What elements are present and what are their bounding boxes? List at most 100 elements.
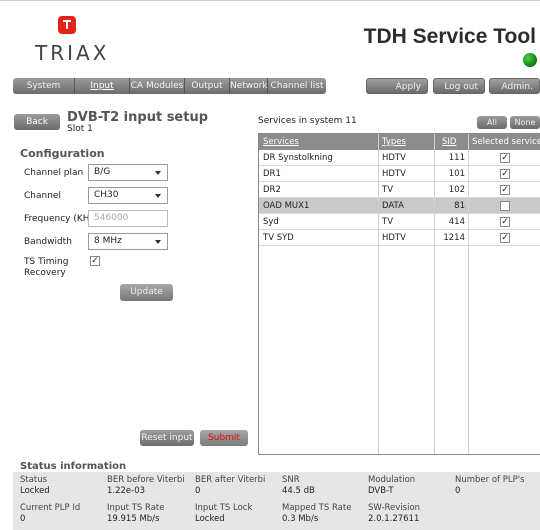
app-title: TDH Service Tool xyxy=(363,25,536,48)
status-value: Locked xyxy=(20,486,50,496)
logo-text: TRIAX xyxy=(35,41,110,65)
submit-button[interactable]: Submit xyxy=(200,430,248,446)
channel-value: CH30 xyxy=(94,190,119,200)
table-row[interactable]: OAD MUX1 DATA 81 xyxy=(259,198,540,214)
bandwidth-label: Bandwidth xyxy=(24,237,72,247)
services-table-header: Services Types SID Selected services xyxy=(259,134,540,150)
service-checkbox[interactable]: ✓ xyxy=(500,217,510,227)
chevron-down-icon xyxy=(155,194,161,198)
service-checkbox[interactable]: ✓ xyxy=(500,233,510,243)
service-sid: 101 xyxy=(448,169,465,179)
plp-count-label: Number of PLP's xyxy=(455,475,525,485)
types-column-header[interactable]: Types xyxy=(382,137,406,147)
frequency-label: Frequency (KHz) xyxy=(24,214,98,224)
mapped-ts-rate-value: 0.3 Mb/s xyxy=(282,514,319,524)
channel-plan-label: Channel plan xyxy=(24,168,84,178)
bandwidth-select[interactable]: 8 MHz xyxy=(88,233,168,250)
sw-revision-label: SW-Revision xyxy=(368,503,421,513)
service-sid: 102 xyxy=(448,185,465,195)
service-type: HDTV xyxy=(382,233,406,243)
table-row[interactable]: DR1 HDTV 101 ✓ xyxy=(259,166,540,182)
chevron-down-icon xyxy=(155,171,161,175)
input-ts-rate-label: Input TS Rate xyxy=(107,503,165,513)
input-ts-lock-value: Locked xyxy=(195,514,225,524)
select-all-button[interactable]: All xyxy=(477,116,507,129)
channel-label: Channel xyxy=(24,191,61,201)
channel-select[interactable]: CH30 xyxy=(88,187,168,204)
service-type: DATA xyxy=(382,201,404,211)
tab-output[interactable]: Output xyxy=(185,78,230,94)
reset-input-button[interactable]: Reset input xyxy=(140,430,194,446)
page-subtitle: Slot 1 xyxy=(67,124,93,134)
service-name: DR Synstolkning xyxy=(263,153,333,163)
snr-value: 44.5 dB xyxy=(282,486,315,496)
update-button[interactable]: Update xyxy=(120,284,173,301)
frequency-input: 546000 xyxy=(88,210,168,227)
table-row[interactable]: Syd TV 414 ✓ xyxy=(259,214,540,230)
service-sid: 1214 xyxy=(443,233,465,243)
service-sid: 414 xyxy=(448,217,465,227)
plp-count-value: 0 xyxy=(455,486,461,496)
tab-network[interactable]: Network xyxy=(230,78,268,94)
selected-column-header: Selected services xyxy=(472,137,540,147)
bandwidth-value: 8 MHz xyxy=(94,236,122,246)
ts-timing-label: TS Timing xyxy=(24,257,69,267)
snr-label: SNR xyxy=(282,475,300,485)
services-title: Services in system 11 xyxy=(258,116,357,126)
ber-after-value: 0 xyxy=(195,486,201,496)
current-plp-value: 0 xyxy=(20,514,26,524)
tab-ca-modules[interactable]: CA Modules xyxy=(130,78,185,94)
service-name: DR2 xyxy=(263,185,281,195)
service-type: HDTV xyxy=(382,153,406,163)
admin-button[interactable]: Admin. xyxy=(489,78,540,94)
input-ts-rate-value: 19.915 Mb/s xyxy=(107,514,160,524)
current-plp-label: Current PLP Id xyxy=(20,503,81,513)
column-divider xyxy=(434,134,435,454)
column-divider xyxy=(468,134,469,454)
service-name: DR1 xyxy=(263,169,281,179)
back-button[interactable]: Back xyxy=(14,114,60,130)
status-panel: Status Locked BER before Viterbi 1.22e-0… xyxy=(13,472,540,530)
channel-plan-select[interactable]: B/G xyxy=(88,164,168,181)
chevron-down-icon xyxy=(155,240,161,244)
table-row[interactable]: TV SYD HDTV 1214 ✓ xyxy=(259,230,540,246)
channel-plan-value: B/G xyxy=(94,167,111,177)
ber-after-label: BER after Viterbi xyxy=(195,475,266,485)
page-title: DVB-T2 input setup xyxy=(67,110,209,125)
service-sid: 81 xyxy=(454,201,465,211)
table-row[interactable]: DR Synstolkning HDTV 111 ✓ xyxy=(259,150,540,166)
sid-column-header[interactable]: SID xyxy=(442,137,456,147)
mapped-ts-rate-label: Mapped TS Rate xyxy=(282,503,352,513)
sw-revision-value: 2.0.1.27611 xyxy=(368,514,420,524)
service-checkbox[interactable] xyxy=(500,201,510,211)
logout-button[interactable]: Log out xyxy=(433,78,485,94)
tab-channel-list[interactable]: Channel list xyxy=(268,78,326,94)
service-type: TV xyxy=(382,217,394,227)
service-checkbox[interactable]: ✓ xyxy=(500,185,510,195)
ber-before-label: BER before Viterbi xyxy=(107,475,185,485)
configuration-heading: Configuration xyxy=(20,147,105,160)
tab-input[interactable]: Input xyxy=(75,78,130,94)
ts-timing-checkbox[interactable]: ✓ xyxy=(90,256,100,266)
select-none-button[interactable]: None xyxy=(510,116,540,129)
service-sid: 111 xyxy=(448,153,465,163)
nav-tab-strip: System Input CA Modules Output Network C… xyxy=(13,78,326,94)
modulation-value: DVB-T xyxy=(368,486,394,496)
service-type: HDTV xyxy=(382,169,406,179)
service-name: OAD MUX1 xyxy=(263,201,310,211)
main-nav: System Input CA Modules Output Network C… xyxy=(0,78,540,94)
status-led-icon xyxy=(523,53,537,67)
table-row[interactable]: DR2 TV 102 ✓ xyxy=(259,182,540,198)
service-name: TV SYD xyxy=(263,233,294,243)
services-column-header[interactable]: Services xyxy=(263,137,299,147)
status-label: Status xyxy=(20,475,48,485)
services-table: Services Types SID Selected services DR … xyxy=(258,133,540,455)
service-name: Syd xyxy=(263,217,279,227)
service-checkbox[interactable]: ✓ xyxy=(500,153,510,163)
tab-system[interactable]: System xyxy=(13,78,75,94)
apply-button[interactable]: Apply xyxy=(366,78,428,94)
service-type: TV xyxy=(382,185,394,195)
column-divider xyxy=(378,134,379,454)
triax-logo-icon xyxy=(58,16,76,34)
service-checkbox[interactable]: ✓ xyxy=(500,169,510,179)
